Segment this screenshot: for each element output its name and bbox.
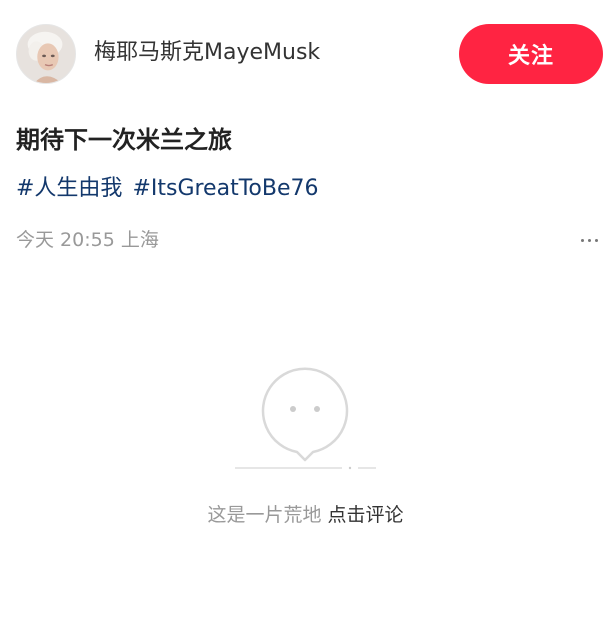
tag-list: #人生由我 #ItsGreatToBe76 (16, 174, 318, 204)
follow-button[interactable]: 关注 (459, 24, 603, 84)
author-header: 梅耶马斯克MayeMusk 关注 (0, 0, 611, 108)
hashtag-link[interactable]: #ItsGreatToBe76 (132, 174, 318, 204)
avatar-photo (17, 25, 75, 83)
note-title: 期待下一次米兰之旅 (16, 126, 232, 154)
note-detail-page: 梅耶马斯克MayeMusk 关注 期待下一次米兰之旅 #人生由我 #ItsGre… (0, 0, 611, 625)
post-date: 今天 20:55 (16, 229, 115, 251)
post-location: 上海 (120, 229, 159, 251)
avatar[interactable] (16, 24, 76, 84)
more-horizontal-icon[interactable] (574, 230, 604, 250)
post-meta: 今天 20:55 上海 (16, 227, 159, 253)
comment-action-link[interactable]: 点击评论 (328, 504, 404, 526)
empty-comment-face-icon (230, 364, 380, 474)
author-name[interactable]: 梅耶马斯克MayeMusk (94, 38, 320, 68)
empty-comments-label: 这是一片荒地 (207, 504, 322, 526)
hashtag-link[interactable]: #人生由我 (16, 174, 122, 204)
empty-comments-message: 这是一片荒地 点击评论 (0, 502, 611, 528)
